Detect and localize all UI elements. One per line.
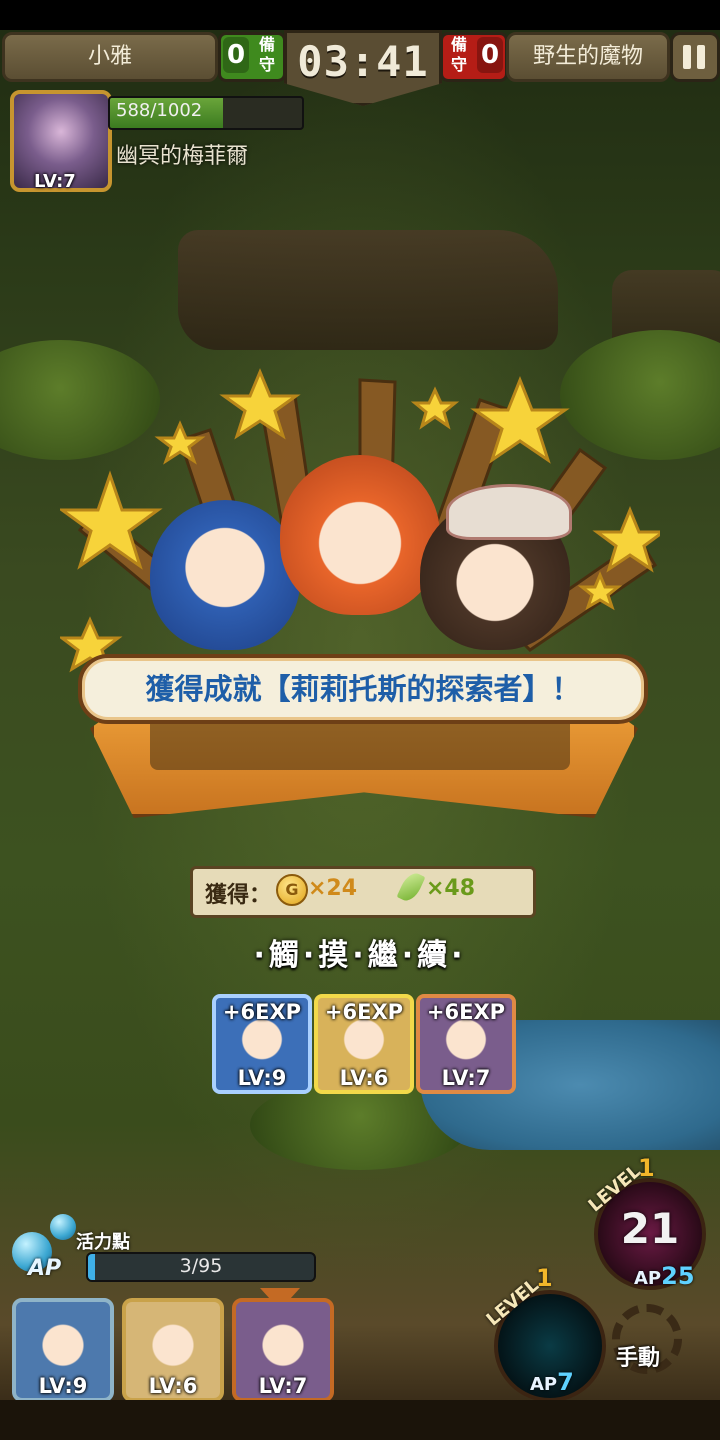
enemy-guard-label: 備守 — [450, 35, 467, 74]
feather-amount: ×48 — [426, 876, 476, 901]
ap-text: 3/95 — [179, 1255, 223, 1277]
skill-level: 1 — [638, 1154, 655, 1182]
exp-card: +6EXP LV:9 — [212, 994, 312, 1094]
skill-level: 1 — [536, 1264, 553, 1292]
enemy-team-name: 野生的魔物 — [506, 32, 670, 82]
floor-strip — [0, 1400, 720, 1440]
rewards-panel: 獲得： — [190, 866, 536, 918]
pause-icon — [697, 45, 705, 69]
exp-card-level: LV:9 — [237, 1066, 287, 1090]
player-team-name: 小雅 — [2, 32, 218, 82]
boss-name: 幽冥的梅菲爾 — [116, 144, 249, 169]
enemy-guard-count: 0 — [477, 37, 503, 73]
player-guard-label: 備守 — [258, 35, 275, 74]
hero-red-hair-boy — [280, 455, 440, 615]
timer-text: 03:41 — [297, 37, 429, 86]
beret-hat — [446, 484, 572, 540]
skill-ap-value: 7 — [557, 1368, 574, 1396]
exp-card: +6EXP LV:7 — [416, 994, 516, 1094]
hero-blue-cat-girl — [150, 500, 300, 650]
party-member-card[interactable]: LV:6 — [122, 1298, 224, 1402]
party-member-level: LV:9 — [38, 1374, 88, 1398]
skill-ap-label: AP — [530, 1374, 558, 1395]
tap-to-continue[interactable]: ·觸·摸·繼·續· — [0, 930, 720, 974]
boss-portrait: LV:7 — [10, 90, 112, 192]
status-bar — [0, 0, 720, 30]
boss-hp-bar: 588/1002 — [108, 96, 304, 130]
exp-card: +6EXP LV:6 — [314, 994, 414, 1094]
rewards-label: 獲得： — [205, 883, 272, 908]
fallen-log — [178, 230, 558, 350]
achievement-banner: 獲得成就【莉莉托斯的探索者】！ — [78, 654, 648, 724]
exp-card-level: LV:6 — [339, 1066, 389, 1090]
party-member-level: LV:6 — [148, 1374, 198, 1398]
enemy-guard-counter: 備守 0 — [440, 32, 508, 82]
boss-hp-text: 588/1002 — [116, 100, 203, 121]
gold-coin-icon: G — [276, 874, 308, 906]
exp-card-level: LV:7 — [441, 1066, 491, 1090]
ap-bar: 3/95 — [86, 1252, 316, 1282]
player-guard-counter: 0 備守 — [218, 32, 286, 82]
skill-ap-cost: AP25 — [634, 1262, 695, 1290]
ap-bubble-icon — [50, 1214, 76, 1240]
gold-amount: ×24 — [308, 876, 358, 901]
pause-button[interactable] — [670, 32, 720, 82]
exp-gain: +6EXP — [426, 1000, 506, 1024]
exp-gain: +6EXP — [222, 1000, 302, 1024]
pause-icon — [683, 45, 691, 69]
skill-ap-value: 25 — [661, 1262, 695, 1290]
skill-ap-label: AP — [634, 1268, 662, 1289]
manual-mode-toggle[interactable]: 手動 — [616, 1340, 660, 1372]
battle-timer: 03:41 — [284, 30, 442, 106]
ap-tag: AP — [28, 1256, 62, 1281]
skill-value: 21 — [620, 1204, 680, 1253]
boss-level: LV:7 — [34, 171, 76, 192]
battle-screen[interactable]: 小雅 0 備守 03:41 備守 0 野生的魔物 LV:7 588/1002 幽… — [0, 0, 720, 1440]
player-guard-count: 0 — [223, 37, 249, 73]
party-member-card[interactable]: LV:7 — [232, 1298, 334, 1402]
star-icon — [410, 386, 460, 430]
exp-gain: +6EXP — [324, 1000, 404, 1024]
party-member-card[interactable]: LV:9 — [12, 1298, 114, 1402]
top-bar: 小雅 0 備守 03:41 備守 0 野生的魔物 — [0, 30, 720, 106]
ap-label: 活力點 — [76, 1232, 130, 1253]
party-member-level: LV:7 — [258, 1374, 308, 1398]
skill-ap-cost: AP7 — [530, 1368, 574, 1396]
